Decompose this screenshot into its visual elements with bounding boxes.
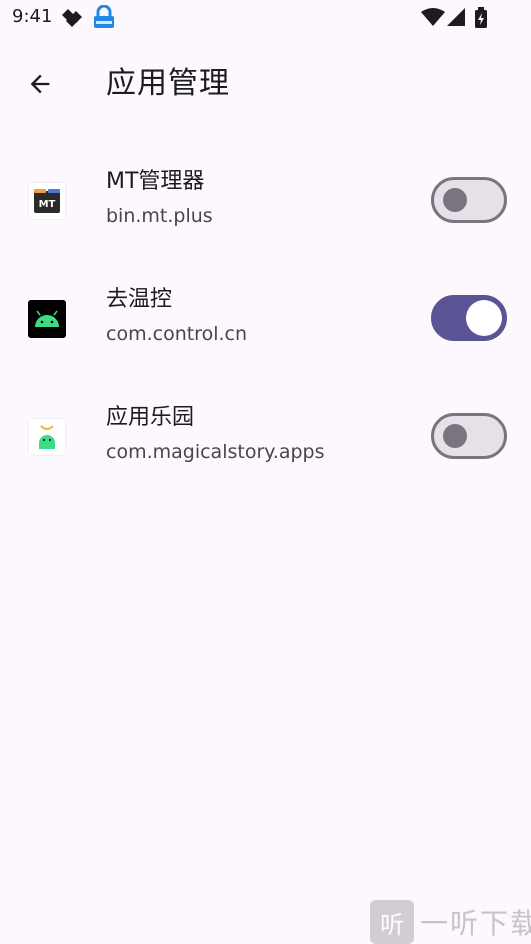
status-right-icons: [421, 6, 491, 30]
diamond-notification-icon: [62, 9, 82, 27]
status-time: 9:41: [12, 6, 53, 27]
status-bar: 9:41: [0, 0, 531, 36]
switch-thumb: [466, 300, 502, 336]
watermark-text: 一听下载: [420, 907, 531, 940]
back-button[interactable]: [18, 62, 62, 106]
app-package: com.control.cn: [106, 323, 248, 345]
app-toggle-switch[interactable]: [431, 177, 507, 223]
app-list-item-mt-manager[interactable]: MT MT管理器 bin.mt.plus: [0, 143, 531, 261]
app-list-item-app-paradise[interactable]: 应用乐园 com.magicalstory.apps: [0, 379, 531, 497]
page-title: 应用管理: [106, 66, 230, 101]
signal-icon: [447, 8, 465, 26]
svg-text:MT: MT: [39, 199, 56, 210]
mt-manager-app-icon: MT: [28, 182, 66, 220]
watermark-badge: 听: [370, 900, 414, 944]
app-name: 应用乐园: [106, 405, 195, 430]
switch-thumb: [443, 188, 467, 212]
switch-thumb: [443, 424, 467, 448]
app-package: bin.mt.plus: [106, 205, 213, 227]
app-toggle-switch[interactable]: [431, 413, 507, 459]
android-app-icon: [28, 418, 66, 456]
status-left-icons: [60, 4, 130, 31]
app-toggle-switch[interactable]: [431, 295, 507, 341]
app-list: MT MT管理器 bin.mt.plus 去温控 com.control.cn: [0, 143, 531, 497]
lock-badge-icon: [94, 4, 114, 28]
android-app-icon: [28, 300, 66, 338]
wifi-icon: [421, 8, 445, 26]
arrow-back-icon: [30, 74, 50, 94]
app-list-item-control[interactable]: 去温控 com.control.cn: [0, 261, 531, 379]
app-name: 去温控: [106, 287, 173, 312]
top-app-bar: 应用管理: [0, 50, 531, 116]
battery-charging-icon: [475, 7, 487, 28]
app-package: com.magicalstory.apps: [106, 441, 325, 463]
app-name: MT管理器: [106, 169, 205, 194]
